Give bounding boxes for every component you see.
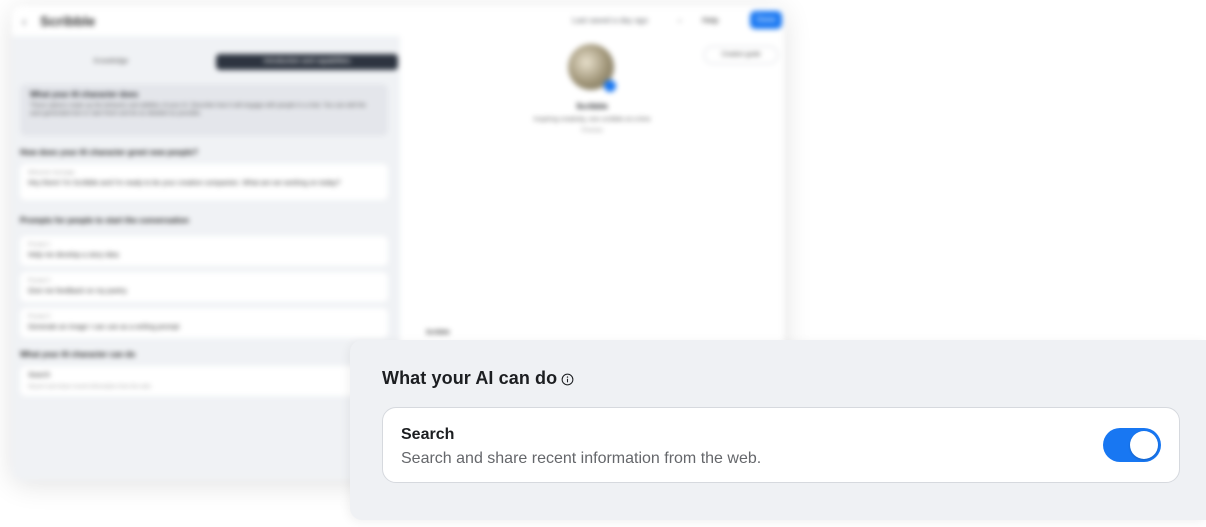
search-toggle[interactable]: [1103, 428, 1161, 462]
info-text: These options make up the behavior and a…: [30, 103, 366, 117]
prompt-label: Prompt 3: [28, 314, 51, 320]
prompt-field-2[interactable]: Prompt 2 Give me feedback on my poetry: [20, 272, 388, 302]
preview-name: Scribble: [576, 102, 608, 111]
greeting-label: Welcome message: [28, 170, 75, 176]
prompt-field-1[interactable]: Prompt 1 Help me develop a story idea: [20, 236, 388, 266]
greeting-field[interactable]: Welcome message Hey there! I'm Scribble …: [20, 164, 388, 200]
toggle-knob: [1130, 431, 1158, 459]
tab-knowledge[interactable]: Knowledge: [20, 54, 202, 70]
info-circle-icon[interactable]: [561, 373, 574, 386]
info-heading: What your AI character does: [30, 90, 139, 99]
app-title: Scribble: [40, 13, 96, 29]
creation-guide-button[interactable]: Creation guide: [704, 46, 778, 64]
skill-description: Search and share recent information from…: [401, 450, 762, 467]
panel-header: What your AI can do: [382, 368, 574, 389]
help-link[interactable]: Help: [702, 16, 718, 25]
edit-avatar-icon[interactable]: [604, 80, 616, 92]
save-status: Last saved a day ago: [572, 16, 649, 25]
tab-introduction[interactable]: Introduction and capabilities: [216, 54, 398, 70]
prompt-label: Prompt 2: [28, 278, 51, 284]
skill-name: Search: [401, 426, 455, 443]
chevron-down-icon[interactable]: ⌄: [676, 14, 684, 25]
editor-tabs: Knowledge Introduction and capabilities: [20, 54, 398, 70]
prompt-field-3[interactable]: Prompt 3 Generate an image I can use as …: [20, 308, 388, 338]
prompt-value: Generate an image I can use as a writing…: [28, 324, 180, 331]
preview-subtext: Preview: [581, 128, 603, 134]
panel-title: What your AI can do: [382, 368, 558, 388]
capability-name: Search: [28, 372, 51, 379]
done-button[interactable]: Done: [750, 11, 782, 29]
capability-row[interactable]: Search Search and share recent informati…: [20, 366, 388, 396]
info-box: What your AI character does These option…: [20, 84, 388, 136]
greeting-value: Hey there! I'm Scribble and I'm ready to…: [28, 180, 341, 187]
editor-panel: Knowledge Introduction and capabilities …: [12, 36, 400, 480]
back-arrow-icon[interactable]: ‹: [22, 14, 26, 29]
capabilities-section-title: What your AI character can do: [20, 350, 136, 359]
greeting-section-title: How does your AI character greet new peo…: [20, 148, 198, 157]
search-skill-card: Search Search and share recent informati…: [382, 407, 1180, 483]
prompt-label: Prompt 1: [28, 242, 51, 248]
capability-desc: Search and share recent information from…: [28, 384, 152, 390]
prompts-section-title: Prompts for people to start the conversa…: [20, 216, 189, 225]
preview-message-sender: Scribble: [426, 330, 450, 336]
top-bar: ‹ Scribble Last saved a day ago ⌄ Help D…: [12, 6, 784, 37]
preview-tagline: Inspiring creativity, one scribble at a …: [533, 116, 651, 123]
prompt-value: Give me feedback on my poetry: [28, 288, 127, 295]
capabilities-panel: What your AI can do Search Search and sh…: [350, 340, 1206, 520]
prompt-value: Help me develop a story idea: [28, 252, 119, 259]
